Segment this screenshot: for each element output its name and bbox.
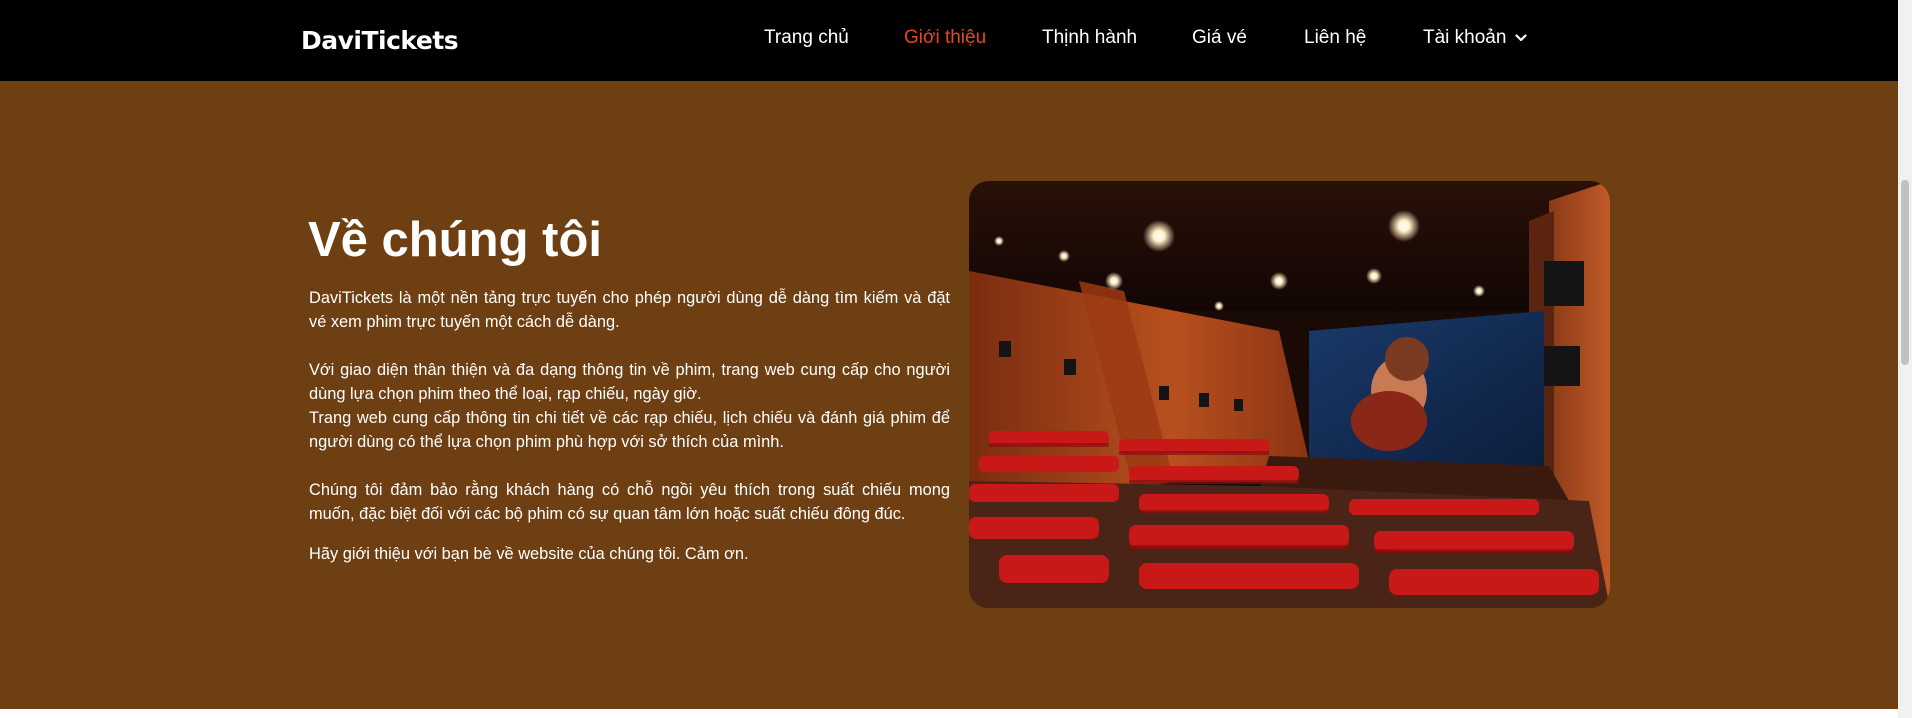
nav-item-home[interactable]: Trang chủ [764, 27, 849, 49]
about-paragraph: Trang web cung cấp thông tin chi tiết về… [309, 409, 950, 451]
about-section: Về chúng tôi DaviTickets là một nền tảng… [0, 81, 1898, 709]
page-title: Về chúng tôi [308, 213, 602, 267]
site-logo[interactable]: DaviTickets [301, 26, 459, 55]
nav-item-label: Trang chủ [764, 27, 849, 48]
scrollbar-thumb[interactable] [1901, 180, 1909, 365]
nav-item-account[interactable]: Tài khoản [1423, 27, 1527, 49]
about-paragraph: Với giao diện thân thiện và đa dạng thôn… [309, 361, 950, 403]
nav-item-about[interactable]: Giới thiệu [904, 27, 986, 49]
about-paragraph: Chúng tôi đảm bảo rằng khách hàng có chỗ… [309, 481, 950, 523]
nav-item-trending[interactable]: Thịnh hành [1042, 27, 1137, 49]
nav-item-label: Thịnh hành [1042, 27, 1138, 48]
nav-item-label: Liên hệ [1304, 27, 1367, 48]
nav-item-pricing[interactable]: Giá vé [1192, 27, 1247, 49]
top-navbar: DaviTickets Trang chủ Giới thiệu Thịnh h… [0, 0, 1898, 81]
nav-item-label: Giá vé [1192, 27, 1247, 48]
about-paragraph: DaviTickets là một nền tảng trực tuyến c… [309, 289, 950, 331]
vertical-scrollbar[interactable] [1898, 0, 1912, 718]
chevron-down-icon [1515, 26, 1527, 48]
cinema-hall-image [969, 181, 1610, 608]
nav-item-contact[interactable]: Liên hệ [1304, 27, 1366, 49]
about-paragraph: Hãy giới thiệu với bạn bè về website của… [309, 545, 749, 563]
nav-item-label: Tài khoản [1423, 27, 1507, 49]
nav-item-label: Giới thiệu [904, 27, 987, 48]
